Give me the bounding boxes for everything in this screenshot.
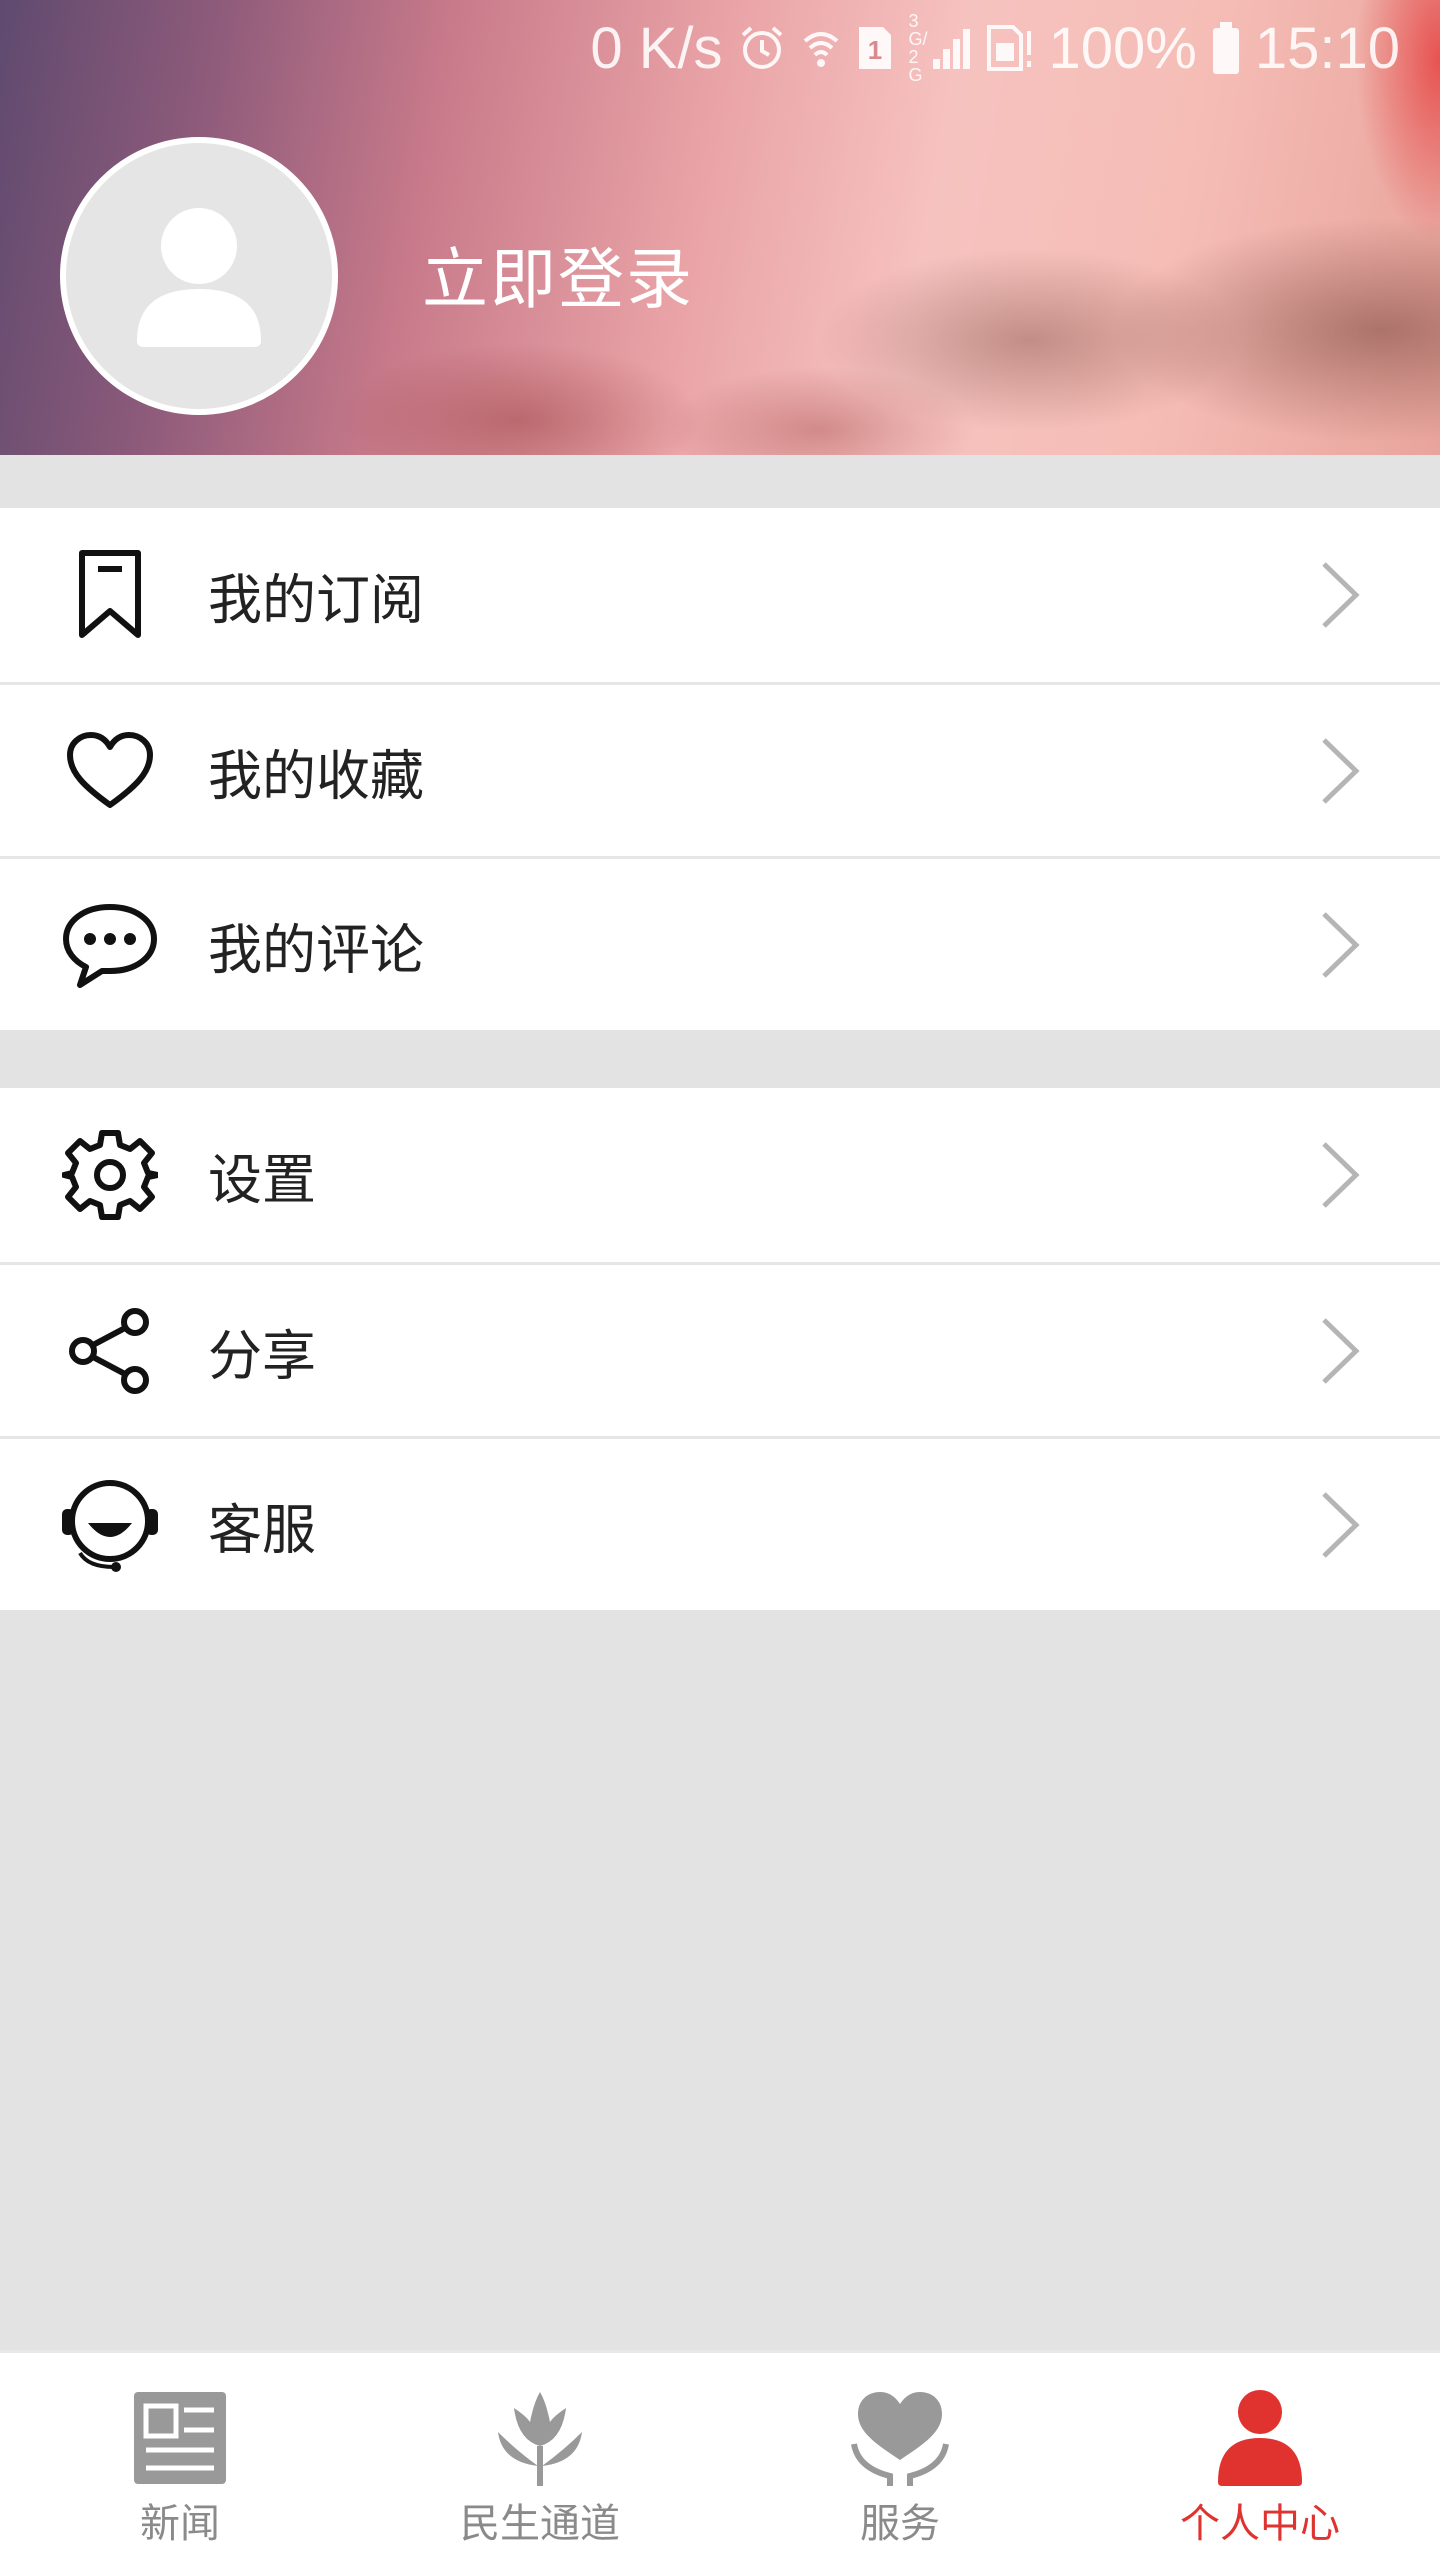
- signal-network-label: 3G/2G: [908, 11, 928, 85]
- person-icon: [1205, 2383, 1315, 2493]
- status-bar: 0 K/s 1 3G/2G 100% 15:10: [590, 12, 1400, 84]
- tab-personal-center[interactable]: 个人中心: [1080, 2353, 1440, 2560]
- menu-item-subscriptions[interactable]: 我的订阅: [0, 508, 1440, 682]
- menu-item-share[interactable]: 分享: [0, 1262, 1440, 1436]
- svg-text:1: 1: [867, 35, 881, 65]
- share-icon: [58, 1299, 162, 1403]
- comment-icon: [58, 893, 162, 997]
- chevron-right-icon: [1322, 1317, 1360, 1384]
- login-button[interactable]: 立即登录: [422, 226, 694, 322]
- menu-group-system: 设置 分享 客服: [0, 1088, 1440, 1610]
- sim-card-icon: [985, 23, 1035, 73]
- tab-label: 民生通道: [460, 2501, 620, 2547]
- profile-header: 0 K/s 1 3G/2G 100% 15:10 立即登录: [0, 0, 1440, 455]
- tab-news[interactable]: 新闻: [0, 2353, 360, 2560]
- tab-services[interactable]: 服务: [720, 2353, 1080, 2560]
- bottom-tab-bar: 新闻 民生通道 服务 个人中心: [0, 2350, 1440, 2560]
- menu-item-settings[interactable]: 设置: [0, 1088, 1440, 1262]
- menu-item-label: 分享: [208, 1324, 316, 1387]
- chevron-right-icon: [1322, 562, 1360, 628]
- menu-item-favorites[interactable]: 我的收藏: [0, 682, 1440, 856]
- wifi-icon: [801, 23, 841, 73]
- menu-item-comments[interactable]: 我的评论: [0, 856, 1440, 1030]
- newspaper-icon: [125, 2383, 235, 2493]
- chevron-right-icon: [1322, 911, 1360, 978]
- clock: 15:10: [1254, 15, 1400, 81]
- tab-label: 新闻: [140, 2501, 220, 2547]
- battery-percent: 100%: [1048, 15, 1197, 81]
- tab-label: 服务: [860, 2501, 940, 2547]
- network-speed: 0 K/s: [590, 15, 723, 81]
- tulip-icon: [485, 2383, 595, 2493]
- battery-icon: [1211, 20, 1241, 76]
- user-avatar-icon[interactable]: [60, 137, 338, 415]
- menu-item-label: 我的收藏: [208, 744, 424, 807]
- headset-icon: [58, 1473, 162, 1577]
- sim-1-icon: 1: [855, 23, 895, 73]
- menu-item-label: 设置: [208, 1148, 316, 1212]
- menu-item-label: 我的订阅: [208, 568, 424, 632]
- menu-item-label: 客服: [208, 1498, 316, 1561]
- alarm-icon: [737, 23, 787, 73]
- hand-heart-icon: [845, 2383, 955, 2493]
- menu-group-personal: 我的订阅 我的收藏 我的评论: [0, 508, 1440, 1030]
- gear-icon: [58, 1123, 162, 1227]
- signal-icon: 3G/2G: [909, 12, 971, 84]
- chevron-right-icon: [1322, 1491, 1360, 1558]
- tab-livelihood[interactable]: 民生通道: [360, 2353, 720, 2560]
- tab-label: 个人中心: [1180, 2501, 1340, 2547]
- bookmark-icon: [58, 543, 162, 647]
- chevron-right-icon: [1322, 1142, 1360, 1208]
- menu-item-label: 我的评论: [208, 918, 424, 981]
- chevron-right-icon: [1322, 737, 1360, 804]
- menu-item-customer-service[interactable]: 客服: [0, 1436, 1440, 1610]
- heart-icon: [58, 719, 162, 823]
